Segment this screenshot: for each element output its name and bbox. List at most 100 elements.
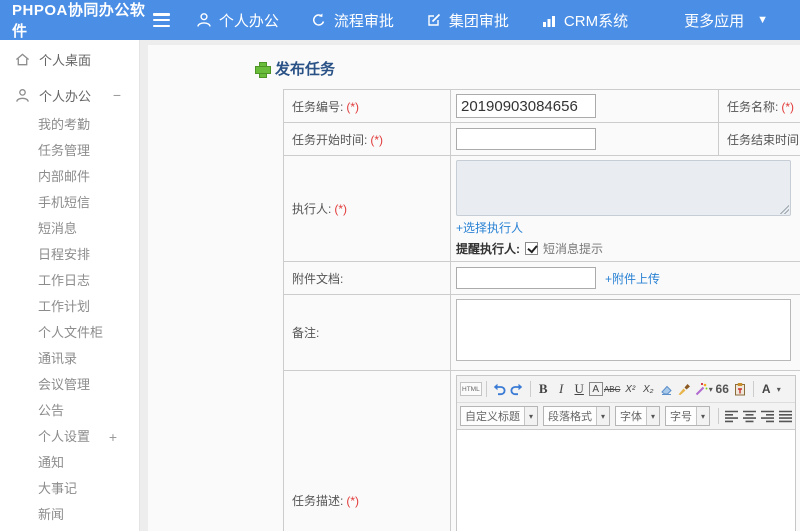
attachment-label: 附件文档: (292, 271, 344, 286)
remark-textarea[interactable] (456, 299, 791, 361)
process-refresh-icon (311, 12, 327, 28)
nav-group-approval[interactable]: 集团审批 (426, 10, 509, 31)
blockquote-button[interactable]: 66 (714, 380, 731, 398)
table-row: 附件文档: +附件上传 (283, 261, 800, 295)
sidebar-item-news[interactable]: 新闻 (0, 502, 139, 528)
html-source-button[interactable]: HTML (460, 382, 482, 396)
sidebar-item-work-plan[interactable]: 工作计划 (0, 294, 139, 320)
sms-remind-checkbox[interactable] (525, 242, 538, 255)
sms-remind-label: 短消息提示 (543, 242, 604, 256)
nav-more-apps[interactable]: 更多应用 ▼ (684, 10, 768, 31)
format-brush-icon[interactable] (676, 380, 693, 398)
executor-textarea[interactable] (456, 160, 791, 216)
paragraph-format-select[interactable]: 段落格式 ▾ (543, 406, 610, 426)
font-color-button[interactable]: A (758, 380, 775, 398)
magic-wand-icon[interactable]: ▾ (694, 380, 713, 398)
redo-icon[interactable] (509, 380, 526, 398)
attachment-upload-link[interactable]: +附件上传 (605, 270, 660, 287)
table-row: 任务编号:(*) 任务名称:(*) (283, 89, 800, 123)
nav-crm-system[interactable]: CRM系统 (541, 10, 628, 31)
task-no-input[interactable] (456, 94, 596, 118)
table-row: 任务描述: (*) HTML B I U A ABC X² X₂ ▾ 66 A … (283, 370, 800, 531)
page-title: 发布任务 (275, 61, 336, 78)
custom-heading-select[interactable]: 自定义标题 ▾ (460, 406, 538, 426)
italic-button[interactable]: I (553, 380, 570, 398)
sidebar-item-mobile-sms[interactable]: 手机短信 (0, 190, 139, 216)
editor-content-area[interactable] (457, 429, 795, 531)
sidebar-item-short-message[interactable]: 短消息 (0, 216, 139, 242)
publish-task-form: 任务编号:(*) 任务名称:(*) 任务开始时间:(*) 任务结束时间:(*) … (283, 89, 800, 531)
chevron-down-icon: ▾ (596, 407, 609, 425)
start-time-input[interactable] (456, 128, 596, 150)
strikethrough-button[interactable]: ABC (604, 380, 621, 398)
sidebar-item-schedule[interactable]: 日程安排 (0, 242, 139, 268)
page-header: 发布任务 (255, 58, 800, 79)
paste-icon[interactable] (732, 380, 749, 398)
chevron-down-icon: ▾ (708, 384, 713, 394)
sidebar-item-attendance[interactable]: 我的考勤 (0, 112, 139, 138)
align-center-icon[interactable] (741, 407, 758, 425)
expand-icon[interactable]: + (109, 424, 117, 450)
font-family-select[interactable]: 字体 ▾ (615, 406, 660, 426)
chevron-down-icon: ▾ (646, 407, 659, 425)
resize-grip-icon[interactable] (780, 205, 789, 214)
menu-toggle-icon[interactable] (152, 13, 170, 27)
editor-toolbar-row2: 自定义标题 ▾ 段落格式 ▾ 字体 ▾ 字号 ▾ (457, 402, 795, 429)
required-mark: (*) (346, 99, 360, 114)
font-size-select[interactable]: 字号 ▾ (665, 406, 710, 426)
sidebar-item-work-log[interactable]: 工作日志 (0, 268, 139, 294)
superscript-button[interactable]: X² (622, 380, 639, 398)
sidebar-item-file-cabinet[interactable]: 个人文件柜 (0, 320, 139, 346)
sidebar-item-personal-settings[interactable]: 个人设置 + (0, 424, 139, 450)
app-window: PHPOA协同办公软件 个人办公 流程审批 集团审批 CRM系统 更多应用 ▼ … (0, 0, 800, 531)
app-logo: PHPOA协同办公软件 (12, 2, 146, 40)
choose-executor-link[interactable]: +选择执行人 (456, 219, 800, 236)
sidebar-item-task-manage[interactable]: 任务管理 (0, 138, 139, 164)
required-mark: (*) (334, 202, 348, 216)
content-area: 发布任务 任务编号:(*) 任务名称:(*) 任务开始时间:(*) 任务结束时间… (141, 40, 800, 531)
publish-task-panel: 发布任务 任务编号:(*) 任务名称:(*) 任务开始时间:(*) 任务结束时间… (148, 45, 800, 531)
collapse-icon[interactable]: − (113, 87, 121, 103)
edit-icon (426, 12, 442, 28)
nav-process-approval[interactable]: 流程审批 (311, 10, 394, 31)
chevron-down-icon: ▼ (757, 14, 768, 26)
add-plus-icon (255, 61, 271, 78)
attachment-input[interactable] (456, 267, 596, 289)
sidebar-item-desktop[interactable]: 个人桌面 (0, 40, 139, 78)
chevron-down-icon: ▾ (776, 384, 781, 394)
task-desc-label: 任务描述: (292, 494, 344, 508)
underline-button[interactable]: U (571, 380, 588, 398)
bold-button[interactable]: B (535, 380, 552, 398)
remark-label: 备注: (292, 326, 320, 340)
table-row: 执行人: (*) +选择执行人 提醒执行人: 短消息提示 (283, 155, 800, 262)
sidebar-item-contacts[interactable]: 通讯录 (0, 346, 139, 372)
sidebar-item-internal-mail[interactable]: 内部邮件 (0, 164, 139, 190)
nav-personal-office[interactable]: 个人办公 (196, 10, 279, 31)
font-dialog-button[interactable]: A (588, 382, 603, 396)
required-mark: (*) (781, 99, 795, 114)
sidebar-item-memorabilia[interactable]: 大事记 (0, 476, 139, 502)
task-no-label: 任务编号: (292, 99, 344, 114)
user-icon (15, 88, 30, 103)
undo-icon[interactable] (491, 380, 508, 398)
sidebar-item-notice[interactable]: 通知 (0, 450, 139, 476)
subscript-button[interactable]: X₂ (640, 380, 657, 398)
start-time-label: 任务开始时间: (292, 132, 368, 147)
sidebar: 个人桌面 个人办公 − 我的考勤 任务管理 内部邮件 手机短信 短消息 日程安排… (0, 40, 140, 531)
required-mark: (*) (346, 494, 360, 508)
align-justify-icon[interactable] (777, 407, 794, 425)
required-mark: (*) (370, 132, 384, 147)
sidebar-item-meeting-manage[interactable]: 会议管理 (0, 372, 139, 398)
eraser-icon[interactable] (658, 380, 675, 398)
rich-text-editor: HTML B I U A ABC X² X₂ ▾ 66 A ▾ 自定义标题 ▾ … (456, 375, 796, 531)
executor-label: 执行人: (292, 202, 332, 216)
top-navbar: PHPOA协同办公软件 个人办公 流程审批 集团审批 CRM系统 更多应用 ▼ (0, 0, 800, 40)
home-icon (15, 52, 30, 67)
bar-chart-icon (541, 13, 557, 28)
chevron-down-icon: ▾ (696, 407, 709, 425)
user-icon (196, 12, 212, 28)
sidebar-item-personal-office[interactable]: 个人办公 − (0, 78, 139, 112)
align-right-icon[interactable] (759, 407, 776, 425)
sidebar-item-announcement[interactable]: 公告 (0, 398, 139, 424)
align-left-icon[interactable] (723, 407, 740, 425)
